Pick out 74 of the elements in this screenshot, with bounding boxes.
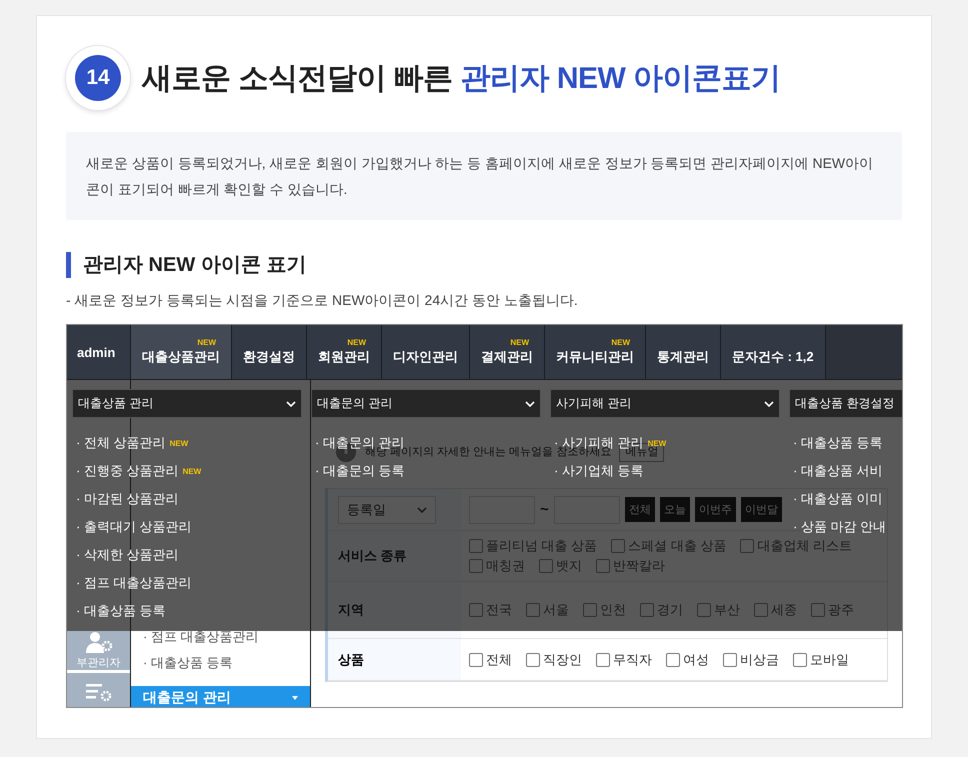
checkbox-label: 반짝칼라 — [613, 557, 665, 575]
caret-icon — [292, 696, 298, 700]
checkbox-label: 비상금 — [740, 650, 779, 668]
menu-item[interactable]: · 출력대기 상품관리 — [76, 520, 192, 534]
checkbox[interactable] — [723, 652, 737, 666]
new-label: NEW — [648, 438, 666, 448]
chevron-down-icon — [525, 400, 535, 406]
number-badge: 14 — [66, 46, 130, 110]
checkbox-label: 무직자 — [613, 650, 652, 668]
menu-item[interactable]: · 사기업체 등록 — [554, 464, 644, 478]
person-gear-icon — [84, 631, 114, 653]
menu-select[interactable]: 사기피해 관리 — [550, 389, 780, 418]
nav-menu-item[interactable]: NEW 결제관리 — [470, 325, 545, 379]
nav-menu-item[interactable]: 환경설정 — [232, 325, 307, 379]
new-label: NEW — [182, 466, 202, 476]
section-note: - 새로운 정보가 등록되는 시점을 기준으로 NEW아이콘이 24시간 동안 노출됩니다. — [66, 292, 579, 310]
intro-text: 새로운 상품이 등록되었거나, 새로운 회원이 가입했거나 하는 등 홈페이지에 새로운 정보가 등록되면 관리자페이지에 NEW아이콘이 표기되어 빠르게 확인할 수 있습니다. — [66, 132, 902, 220]
checkbox-label: 플리티넘 대출 상품 — [486, 537, 598, 555]
checkbox-label: 스페셜 대출 상품 — [628, 537, 726, 555]
menu-item[interactable]: · 진행중 상품관리 — [76, 464, 179, 478]
menu-item[interactable]: · 대출문의 등록 — [315, 464, 405, 478]
menu-item[interactable]: · 대출상품 이미 — [793, 492, 883, 506]
field-label: 상품 — [338, 650, 364, 668]
checkbox-label: 세종 — [771, 601, 797, 619]
chevron-down-icon — [764, 400, 774, 406]
nav-menu-item[interactable]: NEW 회원관리 — [307, 325, 382, 379]
menu-item[interactable]: · 점프 대출상품관리 — [76, 576, 192, 590]
menu-item[interactable]: · 마감된 상품관리 — [76, 492, 179, 506]
checkbox-label: 여성 — [683, 650, 709, 668]
nav-menu-item[interactable]: 문자건수 : 1,2 — [721, 325, 826, 379]
menu-item[interactable]: · 전체 상품관리 — [76, 436, 166, 450]
checkbox-label: 직장인 — [543, 650, 582, 668]
checkbox[interactable] — [469, 652, 483, 666]
nav-menu-item[interactable]: NEW 대출상품관리 — [131, 325, 232, 379]
checkbox-label: 인천 — [600, 601, 626, 619]
menu-item[interactable]: · 대출상품 등록 — [793, 436, 883, 450]
checkbox-label: 경기 — [657, 601, 683, 619]
checkbox-label: 모바일 — [810, 650, 849, 668]
checkbox-label: 서울 — [543, 601, 569, 619]
page-title: 새로운 소식전달이 빠른 관리자 NEW 아이콘표기 — [142, 60, 781, 96]
new-label: NEW — [197, 338, 216, 346]
field-label: 지역 — [338, 601, 364, 619]
menu-select[interactable]: 대출상품 관리 — [72, 389, 302, 418]
checkbox-label: 뱃지 — [556, 557, 582, 575]
new-label: NEW — [347, 338, 366, 346]
checkbox-label: 매칭권 — [486, 557, 525, 575]
checkbox[interactable] — [526, 652, 540, 666]
guide-text: 해당 페이지의 자세한 안내는 메뉴얼을 참조하세요 — [365, 446, 612, 458]
new-label: NEW — [510, 338, 529, 346]
checkbox-label: 전체 — [486, 650, 512, 668]
menu-select[interactable]: 대출문의 관리 — [311, 389, 541, 418]
checkbox-label: 전국 — [486, 601, 512, 619]
chevron-down-icon — [286, 400, 296, 406]
range-separator: ~ — [540, 501, 549, 518]
checkbox-label: 대출업체 리스트 — [757, 537, 852, 555]
checkbox[interactable] — [793, 652, 807, 666]
nav-menu-item[interactable]: 디자인관리 — [382, 325, 470, 379]
admin-logo[interactable]: admin — [67, 325, 131, 379]
checkbox[interactable] — [596, 652, 610, 666]
section-heading: 관리자 NEW 아이콘 표기 — [66, 252, 902, 278]
checkbox-label: 부산 — [714, 601, 740, 619]
field-label: 서비스 종류 — [338, 547, 407, 565]
menu-select[interactable]: 대출상품 환경설정 — [789, 389, 902, 418]
new-label: NEW — [170, 438, 188, 448]
checkbox[interactable] — [666, 652, 680, 666]
nav-menu-item[interactable]: NEW 커뮤니티관리 — [545, 325, 646, 379]
new-label: NEW — [611, 338, 630, 346]
menu-item[interactable]: · 상품 마감 안내 — [793, 520, 886, 534]
menu-item[interactable]: · 삭제한 상품관리 — [76, 548, 179, 562]
nav-menu-item[interactable]: 통계관리 — [646, 325, 721, 379]
sidebar-item[interactable]: · 대출상품 등록 — [131, 650, 310, 676]
menu-item[interactable]: · 대출상품 등록 — [76, 604, 166, 618]
menu-item[interactable]: · 대출상품 서비 — [793, 464, 883, 478]
checkbox-label: 광주 — [828, 601, 854, 619]
